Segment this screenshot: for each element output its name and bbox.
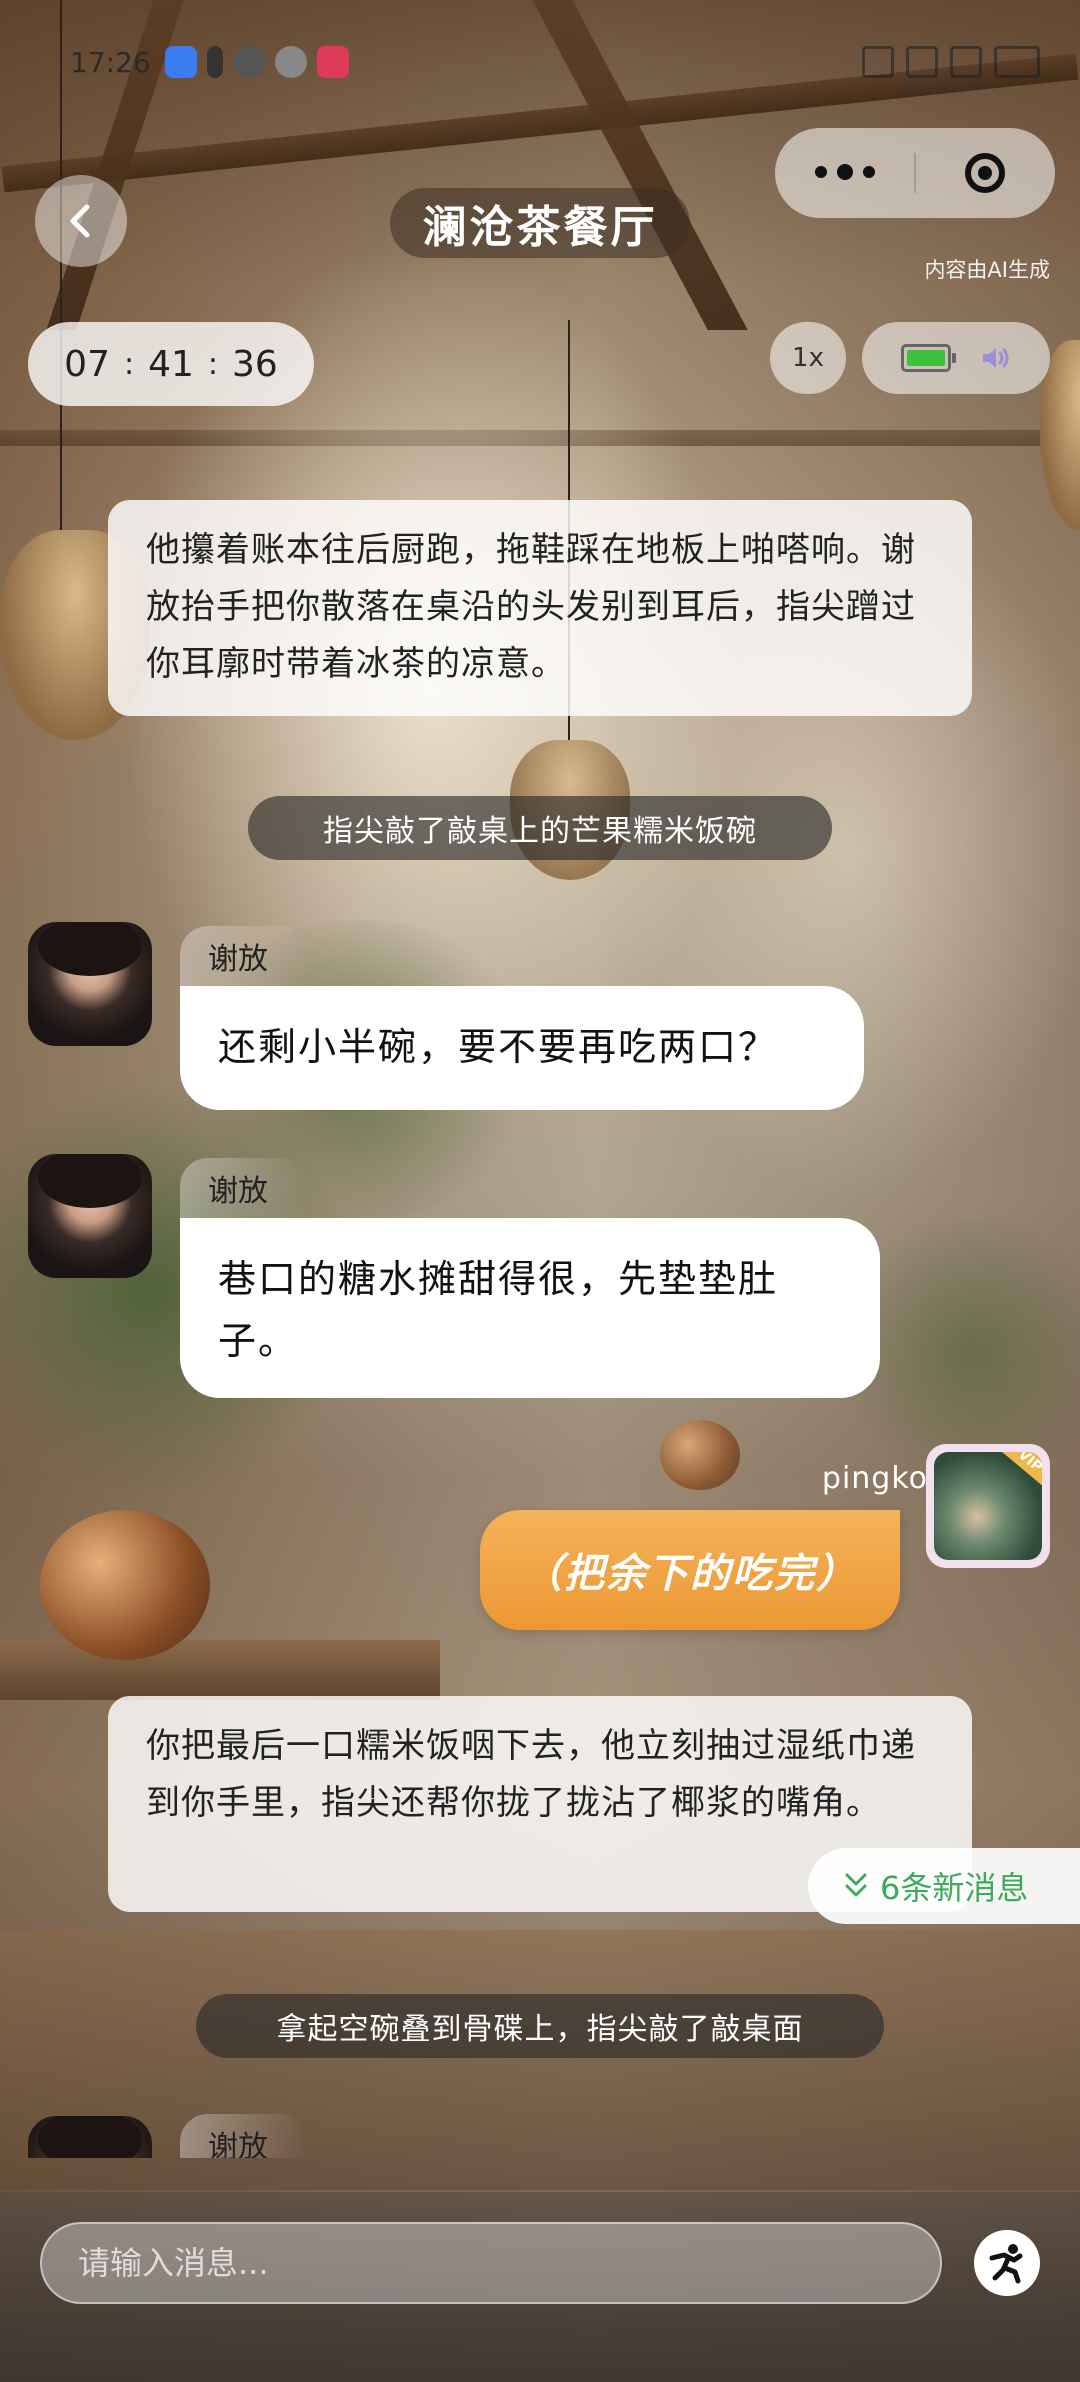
running-figure-icon [989,2244,1023,2284]
timer-minutes: 41 [148,343,194,385]
more-button[interactable] [775,164,914,180]
narration-card: 他攥着账本往后厨跑，拖鞋踩在地板上啪嗒响。谢放抬手把你散落在桌沿的头发别到耳后，… [108,500,972,716]
close-mini-program-button[interactable] [916,153,1055,193]
system-icons [862,46,1040,78]
status-time: 17:26 [70,45,151,79]
message-bubble[interactable]: 巷口的糖水摊甜得很，先垫垫肚子。 [180,1218,880,1398]
user-message-bubble[interactable]: （把余下的吃完） [480,1510,900,1630]
status-pill[interactable] [862,322,1050,394]
lamp-wire [60,0,62,540]
page-title: 澜沧茶餐厅 [390,188,690,258]
wooden-table [0,1640,440,1700]
speaker-icon [983,348,1009,368]
nfc-icon [862,46,894,78]
timer-hours: 07 [64,343,110,385]
more-icon-dot [862,166,875,178]
timer-separator: : [207,346,219,382]
action-pill: 指尖敲了敲桌上的芒果糯米饭碗 [248,796,832,860]
app-notification-icon [274,46,307,78]
new-messages-label: 6条新消息 [880,1869,1029,1907]
wifi-icon [906,46,938,78]
app-notification-icon [316,46,349,78]
input-bar [0,2192,1080,2382]
user-avatar-image: VIP [934,1452,1042,1560]
more-icon-dot [836,164,853,180]
timer-seconds: 36 [232,343,278,385]
signal-icon [950,46,982,78]
app-notification-icon [232,46,265,78]
vip-badge: VIP [999,1452,1042,1489]
avatar[interactable] [28,2116,152,2158]
avatar[interactable] [28,922,152,1046]
double-chevron-down-icon [845,1873,867,1897]
session-timer: 07 : 41 : 36 [28,322,314,406]
mascot-button[interactable] [974,2230,1040,2296]
playback-speed-button[interactable]: 1x [770,322,846,394]
notification-icons [164,46,349,78]
teapot [40,1510,210,1660]
ai-generated-note: 内容由AI生成 [924,258,1050,282]
mini-program-capsule [775,128,1055,218]
sender-name: 谢放 [180,926,308,986]
app-notification-icon [164,46,197,78]
more-icon [814,166,827,178]
sender-name: 谢放 [180,1158,308,1218]
battery-icon [994,46,1040,78]
teapot [660,1420,740,1490]
user-avatar[interactable]: VIP [926,1444,1050,1568]
chevron-left-icon [70,204,90,238]
status-bar: 17:26 [70,40,1040,84]
back-button[interactable] [35,175,127,267]
message-bubble[interactable]: 还剩小半碗，要不要再吃两口？ [180,986,864,1110]
sender-name: 谢放 [180,2114,308,2158]
sim-icon [206,46,223,78]
timer-separator: : [123,346,135,382]
partial-message-row: 谢放 [0,2110,1080,2158]
battery-icon [901,344,956,372]
target-icon [965,153,1006,193]
avatar[interactable] [28,1154,152,1278]
message-input[interactable] [40,2222,942,2304]
new-messages-button[interactable]: 6条新消息 [808,1848,1080,1924]
action-pill: 拿起空碗叠到骨碟上，指尖敲了敲桌面 [196,1994,884,2058]
user-name: pingko [821,1460,928,1496]
